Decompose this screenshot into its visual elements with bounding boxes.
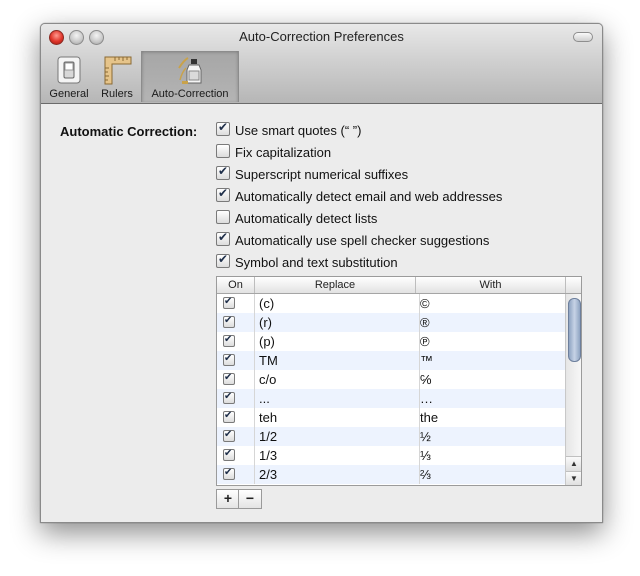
table-scrollbar[interactable]: ▲ ▼ bbox=[565, 294, 581, 485]
option-fix-capitalization[interactable]: Fix capitalization bbox=[216, 144, 331, 162]
option-label: Symbol and text substitution bbox=[235, 255, 398, 270]
table-row[interactable]: (r) ® bbox=[217, 313, 565, 332]
with-cell[interactable]: ⅓ bbox=[416, 446, 565, 465]
title-bar: Auto-Correction Preferences General Rule bbox=[41, 24, 602, 104]
option-label: Use smart quotes (“ ”) bbox=[235, 123, 362, 138]
row-checkbox[interactable] bbox=[223, 448, 235, 461]
table-header: On Replace With bbox=[217, 277, 581, 294]
option-smart-quotes[interactable]: Use smart quotes (“ ”) bbox=[216, 120, 362, 140]
checkbox-detect-lists[interactable] bbox=[216, 210, 230, 224]
option-text-substitution[interactable]: Symbol and text substitution bbox=[216, 252, 398, 272]
with-cell[interactable]: ℅ bbox=[416, 370, 565, 389]
scroll-down-arrow-icon[interactable]: ▼ bbox=[566, 471, 581, 485]
checkbox-superscript-suffixes[interactable] bbox=[216, 164, 230, 180]
add-substitution-button[interactable]: + bbox=[216, 489, 240, 509]
column-header-with[interactable]: With bbox=[416, 277, 566, 293]
replace-cell[interactable]: ... bbox=[255, 389, 420, 408]
row-checkbox[interactable] bbox=[223, 429, 235, 442]
row-toggle-cell bbox=[217, 351, 255, 370]
replace-cell[interactable]: (p) bbox=[255, 332, 420, 351]
with-cell[interactable]: ℗ bbox=[416, 332, 565, 351]
table-row[interactable]: teh the bbox=[217, 408, 565, 427]
row-checkbox[interactable] bbox=[223, 315, 235, 328]
row-toggle-cell bbox=[217, 408, 255, 427]
row-checkbox[interactable] bbox=[223, 296, 235, 309]
window-title: Auto-Correction Preferences bbox=[239, 29, 404, 44]
row-checkbox[interactable] bbox=[223, 353, 235, 366]
table-row[interactable]: ... … bbox=[217, 389, 565, 408]
row-toggle-cell bbox=[217, 313, 255, 332]
replace-cell[interactable]: (r) bbox=[255, 313, 420, 332]
row-checkbox[interactable] bbox=[223, 391, 235, 404]
option-label: Automatically detect email and web addre… bbox=[235, 189, 503, 204]
option-label: Automatically detect lists bbox=[235, 211, 378, 226]
table-row[interactable]: TM ™ bbox=[217, 351, 565, 370]
automatic-correction-label: Automatic Correction: bbox=[60, 124, 198, 139]
table-row[interactable]: (c) © bbox=[217, 294, 565, 313]
replace-cell[interactable]: 2/3 bbox=[255, 465, 420, 484]
remove-substitution-button[interactable]: − bbox=[238, 489, 262, 509]
spray-bottle-icon bbox=[178, 57, 202, 84]
with-cell[interactable]: the bbox=[416, 408, 565, 427]
replace-cell[interactable]: c/o bbox=[255, 370, 420, 389]
with-cell[interactable]: © bbox=[416, 294, 565, 313]
scrollbar-thumb[interactable] bbox=[568, 298, 581, 362]
option-superscript-suffixes[interactable]: Superscript numerical suffixes bbox=[216, 164, 409, 184]
ruler-icon bbox=[104, 56, 132, 85]
column-header-replace[interactable]: Replace bbox=[255, 277, 416, 293]
row-toggle-cell bbox=[217, 465, 255, 484]
row-toggle-cell bbox=[217, 332, 255, 351]
option-label: Automatically use spell checker suggesti… bbox=[235, 233, 490, 248]
row-toggle-cell bbox=[217, 427, 255, 446]
row-toggle-cell bbox=[217, 370, 255, 389]
row-checkbox[interactable] bbox=[223, 334, 235, 347]
toolbar-toggle-button[interactable] bbox=[573, 32, 593, 42]
toolbar-item-rulers[interactable]: Rulers bbox=[97, 51, 137, 102]
checkbox-smart-quotes[interactable] bbox=[216, 120, 230, 136]
replace-cell[interactable]: 1/3 bbox=[255, 446, 420, 465]
table-row[interactable]: (p) ℗ bbox=[217, 332, 565, 351]
table-row[interactable]: 2/3 ⅔ bbox=[217, 465, 565, 484]
checkbox-spell-checker[interactable] bbox=[216, 230, 230, 246]
row-checkbox[interactable] bbox=[223, 410, 235, 423]
replace-cell[interactable]: teh bbox=[255, 408, 420, 427]
row-toggle-cell bbox=[217, 446, 255, 465]
with-cell[interactable]: ® bbox=[416, 313, 565, 332]
with-cell[interactable]: ™ bbox=[416, 351, 565, 370]
substitution-table: On Replace With (c) © (r) ® (p) bbox=[216, 276, 582, 486]
preferences-content: Automatic Correction: Use smart quotes (… bbox=[41, 104, 602, 522]
with-cell[interactable]: ⅔ bbox=[416, 465, 565, 484]
row-toggle-cell bbox=[217, 294, 255, 313]
table-row[interactable]: c/o ℅ bbox=[217, 370, 565, 389]
row-toggle-cell bbox=[217, 389, 255, 408]
row-checkbox[interactable] bbox=[223, 372, 235, 385]
option-spell-checker[interactable]: Automatically use spell checker suggesti… bbox=[216, 230, 490, 250]
general-switch-icon bbox=[57, 56, 81, 84]
option-detect-lists[interactable]: Automatically detect lists bbox=[216, 210, 377, 228]
checkbox-detect-addresses[interactable] bbox=[216, 186, 230, 202]
table-row[interactable]: 1/2 ½ bbox=[217, 427, 565, 446]
table-row[interactable]: 1/3 ⅓ bbox=[217, 446, 565, 465]
toolbar-item-auto-correction[interactable]: Auto-Correction bbox=[141, 51, 239, 102]
toolbar-label-auto-correction: Auto-Correction bbox=[151, 88, 229, 100]
preferences-window: Auto-Correction Preferences General Rule bbox=[40, 23, 603, 523]
table-body: (c) © (r) ® (p) ℗ TM ™ bbox=[217, 294, 565, 484]
option-detect-addresses[interactable]: Automatically detect email and web addre… bbox=[216, 186, 503, 206]
checkbox-fix-capitalization[interactable] bbox=[216, 144, 230, 158]
replace-cell[interactable]: 1/2 bbox=[255, 427, 420, 446]
toolbar-label-rulers: Rulers bbox=[101, 88, 133, 100]
checkbox-text-substitution[interactable] bbox=[216, 252, 230, 268]
replace-cell[interactable]: (c) bbox=[255, 294, 420, 313]
toolbar-label-general: General bbox=[49, 88, 89, 100]
replace-cell[interactable]: TM bbox=[255, 351, 420, 370]
column-header-on[interactable]: On bbox=[217, 277, 255, 293]
option-label: Superscript numerical suffixes bbox=[235, 167, 409, 182]
with-cell[interactable]: … bbox=[416, 389, 565, 408]
toolbar-item-general[interactable]: General bbox=[47, 51, 91, 102]
with-cell[interactable]: ½ bbox=[416, 427, 565, 446]
row-checkbox[interactable] bbox=[223, 467, 235, 480]
scroll-up-arrow-icon[interactable]: ▲ bbox=[566, 456, 581, 471]
option-label: Fix capitalization bbox=[235, 145, 332, 160]
